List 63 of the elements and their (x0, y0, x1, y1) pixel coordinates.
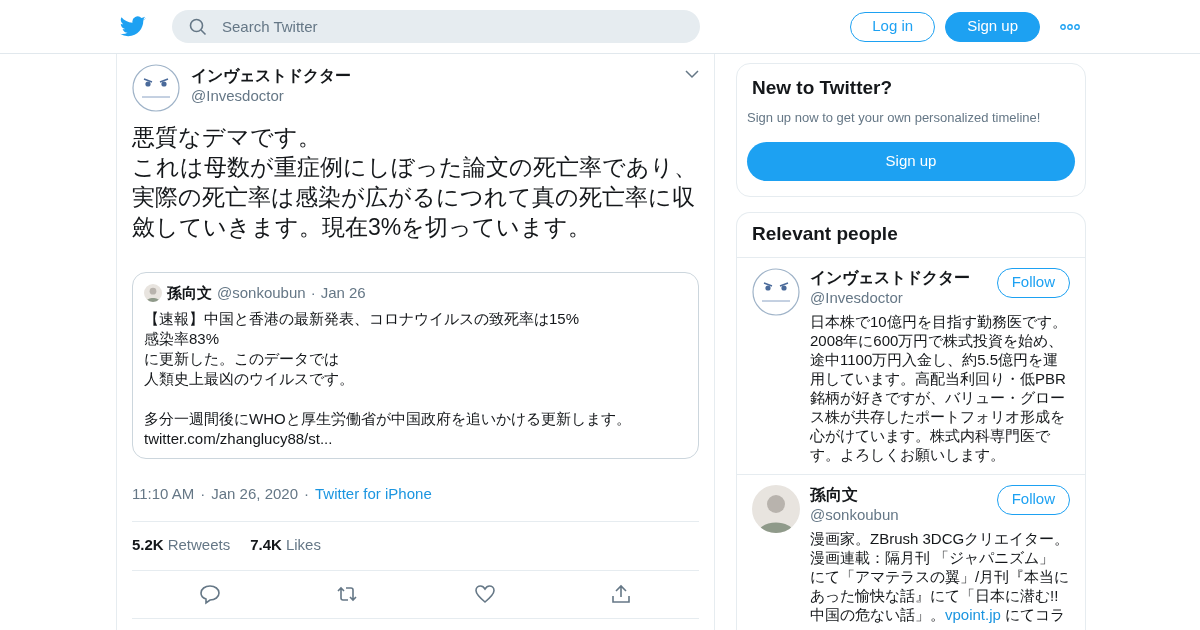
tweet-date: Jan 26, 2020 (211, 484, 298, 504)
login-button[interactable]: Log in (850, 11, 936, 42)
quote-text-line: twitter.com/zhanglucy88/st... (144, 428, 334, 449)
person-handle: @Invesdoctor (810, 287, 904, 308)
avatar-icon (144, 284, 162, 303)
quote-text-line: に更新した。このデータでは (144, 348, 340, 369)
person-name: 孫向文 (810, 484, 859, 505)
bio-line: 漫画家。ZBrush 3DCGクリエイター。 (810, 528, 1070, 548)
quote-text-line: 人類史上最凶のウイルスです。 (144, 368, 355, 389)
bio-line: にて「アマテラスの翼」/月刊『本当に (810, 566, 1070, 586)
author-handle: @Invesdoctor (191, 86, 285, 106)
stat-link[interactable]: 5.2K Retweets (132, 534, 231, 557)
separator-dot: · (310, 283, 316, 303)
stat-label: Retweets (167, 535, 231, 556)
avatar-icon (132, 64, 180, 112)
like-icon[interactable] (473, 584, 496, 604)
quote-text-line: 【速報】中国と香港の最新発表、コロナウイルスの致死率は15% (144, 308, 581, 329)
search-field[interactable]: Search Twitter (172, 10, 700, 43)
bio-line: 用しています。高配当利回り・低PBR (810, 368, 1067, 388)
bio-line: ス株が共存したポートフォリオ形成を (810, 406, 1066, 426)
signup-button[interactable]: Sign up (945, 11, 1040, 42)
stat-count: 5.2K (132, 535, 164, 556)
person-handle: @sonkoubun (810, 504, 899, 525)
quote-text-line: 多分一週間後にWHOと厚生労働省が中国政府を追いかける更新します。 (144, 408, 632, 429)
quote-date: Jan 26 (320, 283, 366, 303)
author-name: インヴェストドクター (191, 66, 351, 86)
separator-dot: · (304, 484, 309, 504)
quote-author-name: 孫向文 (167, 283, 212, 303)
bio-line: 心がけています。株式内科専門医で (810, 425, 1051, 445)
stat-count: 7.4K (250, 535, 282, 556)
card-subtitle: Sign up now to get your own personalized timeline! (747, 109, 1042, 127)
search-icon (189, 18, 207, 36)
stat-label: Likes (285, 535, 321, 556)
tweet-text: 悪質なデマです。 (132, 123, 322, 152)
more-icon[interactable] (1060, 23, 1080, 30)
bio-line: 銘柄が好きですが、バリュー・グロー (810, 387, 1066, 407)
bird-logo-icon[interactable] (120, 15, 146, 38)
separator-dot: · (200, 484, 206, 504)
bio-line: 漫画連載：隔月刊 「ジャパニズム」 (810, 547, 1056, 567)
tweet-text: これは母数が重症例にしぼった論文の死亡率であり、実際の死亡率は感染が広がるにつれて真の死亡率に収斂していきます。現在3%を切っています。 (132, 153, 698, 242)
bio-line: にてコラ (1004, 604, 1066, 624)
bio-link[interactable]: vpoint.jp (945, 604, 1001, 624)
bio-line: 日本株で10億円を目指す勤務医です。 (810, 311, 1068, 331)
person-name: インヴェストドクター (810, 267, 970, 288)
signup-button[interactable]: Sign up (747, 141, 1075, 181)
stat-link[interactable]: 7.4K Likes (250, 534, 321, 557)
bio-line: 中国の危ない話」。 (810, 604, 945, 624)
source-link[interactable]: Twitter for iPhone (315, 483, 432, 506)
card-title: Relevant people (737, 212, 1085, 258)
bio-line: 途中1100万円入金し、約5.5億円を運 (810, 349, 1060, 369)
quote-author-handle: @sonkoubun (217, 283, 306, 303)
quoted-tweet-card[interactable]: 孫向文 @sonkoubun · Jan 26 【速報】中国と香港の最新発表、コロナウイルスの致死率は15% 感染率83% に更新した。このデータでは 人類史上最凶のウイルスです。 多分一週間後にWHOと厚生労働省が中国政府を追いかける更新します。 twitter.com/zhanglucy88/st... (132, 272, 699, 459)
share-icon[interactable] (609, 583, 632, 605)
tweet-time: 11:10 AM (132, 484, 195, 504)
bio-line: 2008年に600万円で株式投資を始め、 (810, 330, 1065, 350)
chevron-down-icon[interactable] (685, 70, 699, 79)
bio-line: す。よろしくお願いします。 (810, 444, 1006, 464)
quote-text-line: 感染率83% (144, 328, 221, 349)
avatar-icon (752, 267, 800, 316)
avatar-icon (752, 484, 800, 533)
card-title: New to Twitter? (751, 76, 894, 100)
reply-icon[interactable] (199, 583, 222, 605)
bio-line: あった愉快な話』にて「日本に潜む!! (810, 585, 1060, 605)
